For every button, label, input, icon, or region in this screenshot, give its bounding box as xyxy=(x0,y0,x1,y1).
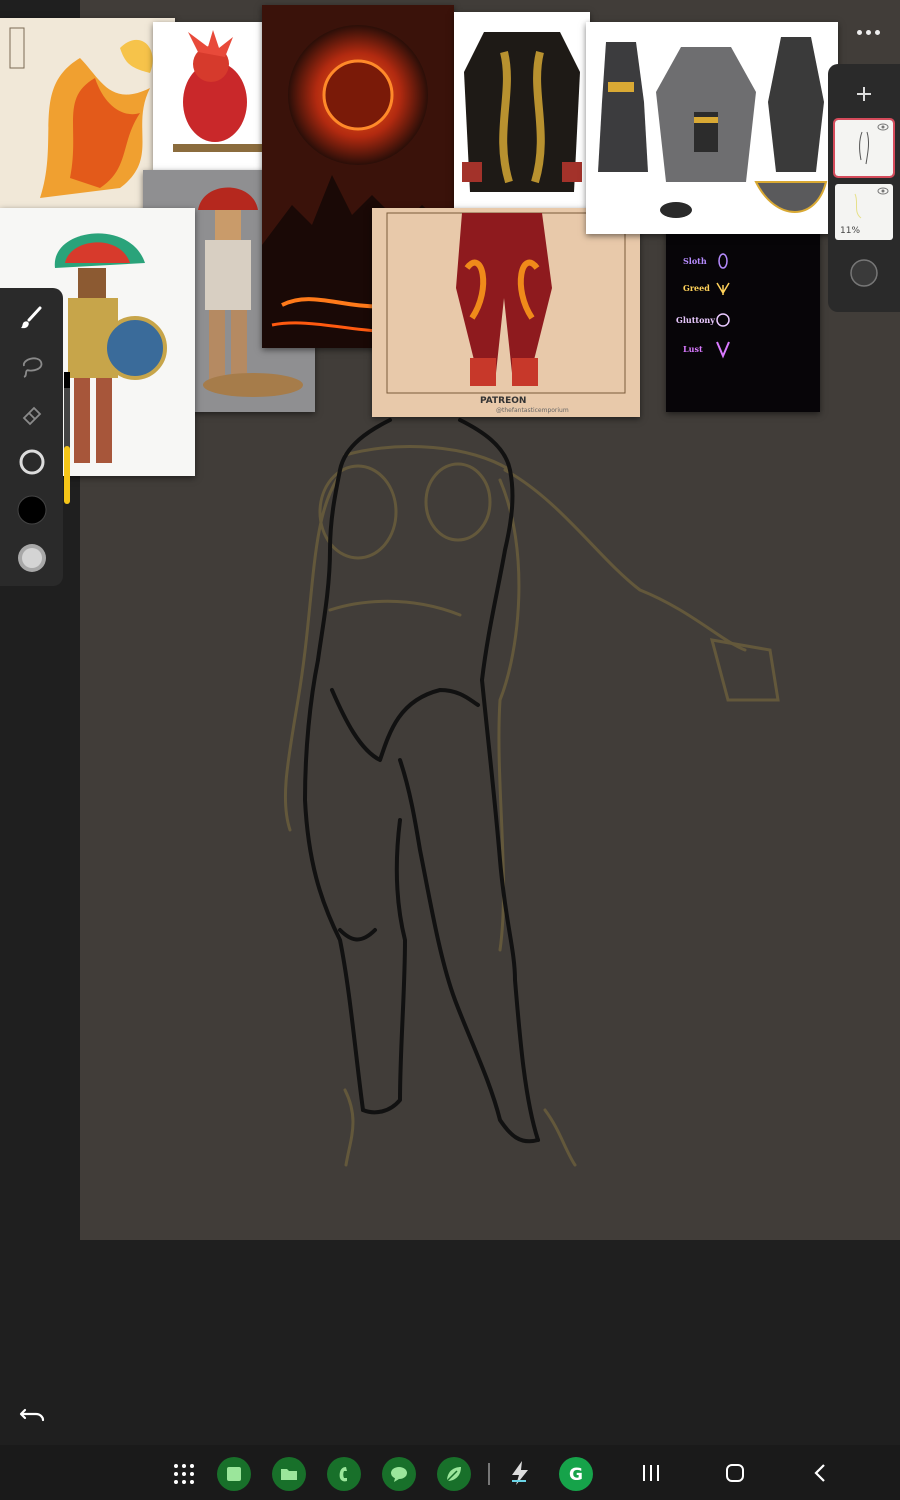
sin-label-sloth: Sloth xyxy=(683,256,707,266)
lasso-icon xyxy=(23,357,43,378)
grammarly-app-icon[interactable]: G xyxy=(559,1457,593,1491)
lasso-tool-button[interactable] xyxy=(14,348,50,384)
layer-thumbnail-sketch[interactable] xyxy=(833,118,895,178)
color-swatch-button[interactable] xyxy=(14,492,50,528)
circle-icon xyxy=(850,259,878,287)
color-circle-icon xyxy=(17,495,47,525)
brush-icon xyxy=(21,306,42,329)
eraser-tool-button[interactable] xyxy=(14,396,50,432)
layer-blend-button[interactable] xyxy=(849,258,879,288)
messages-app-icon[interactable] xyxy=(382,1457,416,1491)
brush-size-slider[interactable] xyxy=(64,372,70,504)
layer-opacity-label: 11% xyxy=(840,226,861,236)
soft-circle-icon xyxy=(18,544,46,572)
reference-red-bird[interactable] xyxy=(153,22,265,170)
layers-panel: 11% xyxy=(828,64,900,312)
layer-thumbnail-guide[interactable]: 11% xyxy=(835,184,893,240)
circle-outline-icon xyxy=(19,449,45,475)
notes-app-icon[interactable] xyxy=(217,1457,251,1491)
patreon-handle: @thefantasticemporium xyxy=(496,407,569,414)
add-layer-button[interactable] xyxy=(850,80,878,108)
more-options-button[interactable] xyxy=(852,20,884,44)
system-navigation-bar: G xyxy=(0,1445,900,1500)
reference-costume-sheet[interactable] xyxy=(586,22,838,234)
brush-size-fill xyxy=(64,446,70,504)
line-strokes xyxy=(303,418,540,1144)
reference-fire-pants[interactable]: PATREON @thefantasticemporium xyxy=(372,208,640,417)
brush-size-button[interactable] xyxy=(14,444,50,480)
sin-symbols xyxy=(716,253,730,359)
patreon-label: PATREON xyxy=(480,396,527,406)
sin-label-greed: Greed xyxy=(683,283,710,293)
opacity-button[interactable] xyxy=(14,540,50,576)
recents-icon[interactable] xyxy=(640,1463,662,1483)
bolt-app-icon[interactable] xyxy=(506,1459,534,1487)
svg-text:G: G xyxy=(569,1465,583,1485)
brush-tool-button[interactable] xyxy=(14,300,50,336)
tool-panel xyxy=(0,288,70,586)
eye-icon[interactable] xyxy=(877,123,889,131)
phone-app-icon[interactable] xyxy=(327,1457,361,1491)
home-icon[interactable] xyxy=(724,1462,746,1484)
reference-seven-sins-list[interactable]: Sloth Greed Gluttony Lust xyxy=(666,220,820,412)
sin-label-lust: Lust xyxy=(683,344,703,354)
plus-icon xyxy=(857,87,871,101)
undo-button[interactable] xyxy=(18,1400,48,1428)
back-icon[interactable] xyxy=(810,1462,832,1484)
guide-strokes xyxy=(283,445,780,1167)
eraser-icon xyxy=(22,406,42,426)
app-grid-icon[interactable] xyxy=(172,1462,196,1486)
nav-divider xyxy=(488,1463,490,1485)
reference-embroidered-jacket[interactable] xyxy=(454,12,590,212)
leaf-app-icon[interactable] xyxy=(437,1457,471,1491)
eye-icon[interactable] xyxy=(877,187,889,195)
files-app-icon[interactable] xyxy=(272,1457,306,1491)
sin-label-gluttony: Gluttony xyxy=(676,315,715,325)
brush-size-cap xyxy=(64,372,70,388)
undo-icon xyxy=(19,1408,45,1422)
